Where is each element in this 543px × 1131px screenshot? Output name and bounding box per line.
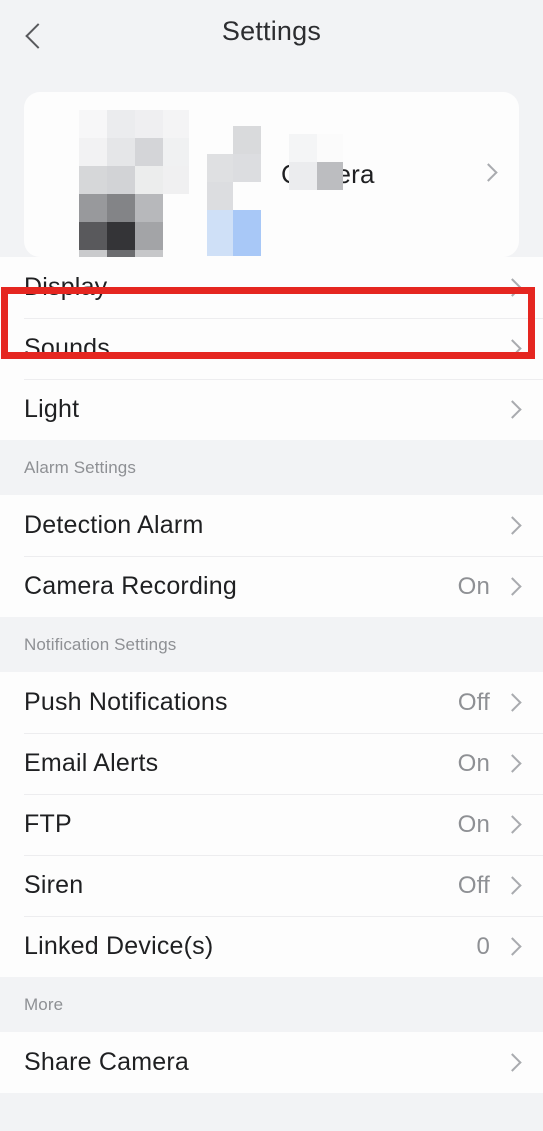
device-card[interactable]: Camera (24, 92, 519, 276)
thumbnail-pixel-block (79, 221, 107, 250)
thumbnail-pixel-block (233, 153, 261, 182)
thumbnail-pixel-block (107, 193, 135, 222)
app-header: Settings (0, 0, 543, 85)
section-header-label: Notification Settings (24, 634, 177, 654)
settings-row-value: Off (457, 871, 490, 899)
settings-row-detection-alarm[interactable]: Detection Alarm (0, 495, 543, 556)
settings-row-label: Linked Device(s) (24, 932, 214, 960)
thumbnail-pixel-block (233, 209, 261, 256)
settings-row-ftp[interactable]: FTP On (0, 794, 543, 855)
settings-row-label: Share Camera (24, 1048, 189, 1076)
thumbnail-pixel-block (207, 181, 233, 210)
thumbnail-pixel-block (107, 221, 135, 250)
settings-row-share-camera[interactable]: Share Camera (0, 1032, 543, 1093)
settings-row-value: On (457, 749, 490, 777)
thumbnail-pixel-block (163, 165, 189, 194)
settings-row-siren[interactable]: Siren Off (0, 855, 543, 916)
thumbnail-pixel-block (79, 165, 107, 194)
device-thumbnail-pixelated (79, 109, 343, 276)
chevron-right-icon (503, 754, 522, 773)
settings-row-value: Off (457, 688, 490, 716)
settings-row-label: Display (24, 273, 108, 301)
thumbnail-pixel-block (79, 193, 107, 222)
chevron-right-icon (503, 937, 522, 956)
chevron-right-icon (503, 339, 522, 358)
settings-row-label: Sounds (24, 334, 110, 362)
thumbnail-pixel-block (107, 109, 135, 138)
settings-row-label: Push Notifications (24, 688, 228, 716)
settings-row-label: Siren (24, 871, 84, 899)
thumbnail-pixel-block (317, 161, 343, 190)
page-title: Settings (221, 16, 322, 46)
settings-row-label: Email Alerts (24, 749, 159, 777)
section-header: Notification Settings (0, 617, 543, 672)
section-header: More (0, 977, 543, 1032)
thumbnail-pixel-block (289, 133, 317, 162)
chevron-right-icon (503, 400, 522, 419)
settings-row-label: Detection Alarm (24, 511, 204, 539)
chevron-right-icon (479, 162, 498, 182)
settings-row-label: Light (24, 395, 80, 423)
settings-group: Detection Alarm Camera Recording On (0, 495, 543, 617)
settings-group: Share Camera (0, 1032, 543, 1093)
section-header-label: Alarm Settings (24, 457, 136, 477)
thumbnail-pixel-block (163, 137, 189, 166)
thumbnail-pixel-block (135, 193, 163, 222)
settings-row-camera-recording[interactable]: Camera Recording On (0, 556, 543, 617)
settings-row-display[interactable]: Display (0, 257, 543, 318)
thumbnail-pixel-block (289, 161, 317, 190)
settings-row-value: On (457, 810, 490, 838)
settings-row-label: Camera Recording (24, 572, 238, 600)
chevron-right-icon (503, 815, 522, 834)
settings-row-value: 0 (476, 932, 490, 960)
chevron-right-icon (503, 693, 522, 712)
chevron-right-icon (503, 577, 522, 596)
thumbnail-pixel-block (317, 133, 343, 162)
chevron-right-icon (503, 516, 522, 535)
settings-row-label: FTP (24, 810, 72, 838)
device-card-chevron (479, 162, 498, 184)
thumbnail-pixel-block (135, 137, 163, 166)
settings-list: Display Sounds Light Alarm Settings Detectio… (0, 257, 543, 1093)
thumbnail-pixel-block (135, 221, 163, 250)
chevron-right-icon (503, 278, 522, 297)
thumbnail-pixel-block (79, 137, 107, 166)
settings-screen: Settings Camera Display Sounds Light Alarm … (0, 0, 543, 1131)
settings-group: Push Notifications Off Email Alerts On FTP On… (0, 672, 543, 977)
settings-row-value: On (457, 572, 490, 600)
section-header: Alarm Settings (0, 440, 543, 495)
thumbnail-pixel-block (79, 109, 107, 138)
thumbnail-pixel-block (207, 153, 233, 182)
settings-row-sounds[interactable]: Sounds (0, 318, 543, 379)
section-header-label: More (24, 994, 64, 1014)
thumbnail-pixel-block (163, 109, 189, 138)
thumbnail-pixel-block (135, 109, 163, 138)
thumbnail-pixel-block (135, 165, 163, 194)
settings-row-light[interactable]: Light (0, 379, 543, 440)
settings-row-email-alerts[interactable]: Email Alerts On (0, 733, 543, 794)
settings-row-push-notifications[interactable]: Push Notifications Off (0, 672, 543, 733)
settings-group: Display Sounds Light (0, 257, 543, 440)
thumbnail-pixel-block (107, 137, 135, 166)
settings-row-linked-device-s[interactable]: Linked Device(s) 0 (0, 916, 543, 977)
thumbnail-pixel-block (207, 209, 233, 256)
chevron-right-icon (503, 1053, 522, 1072)
thumbnail-pixel-block (233, 125, 261, 154)
chevron-right-icon (503, 876, 522, 895)
thumbnail-pixel-block (107, 165, 135, 194)
